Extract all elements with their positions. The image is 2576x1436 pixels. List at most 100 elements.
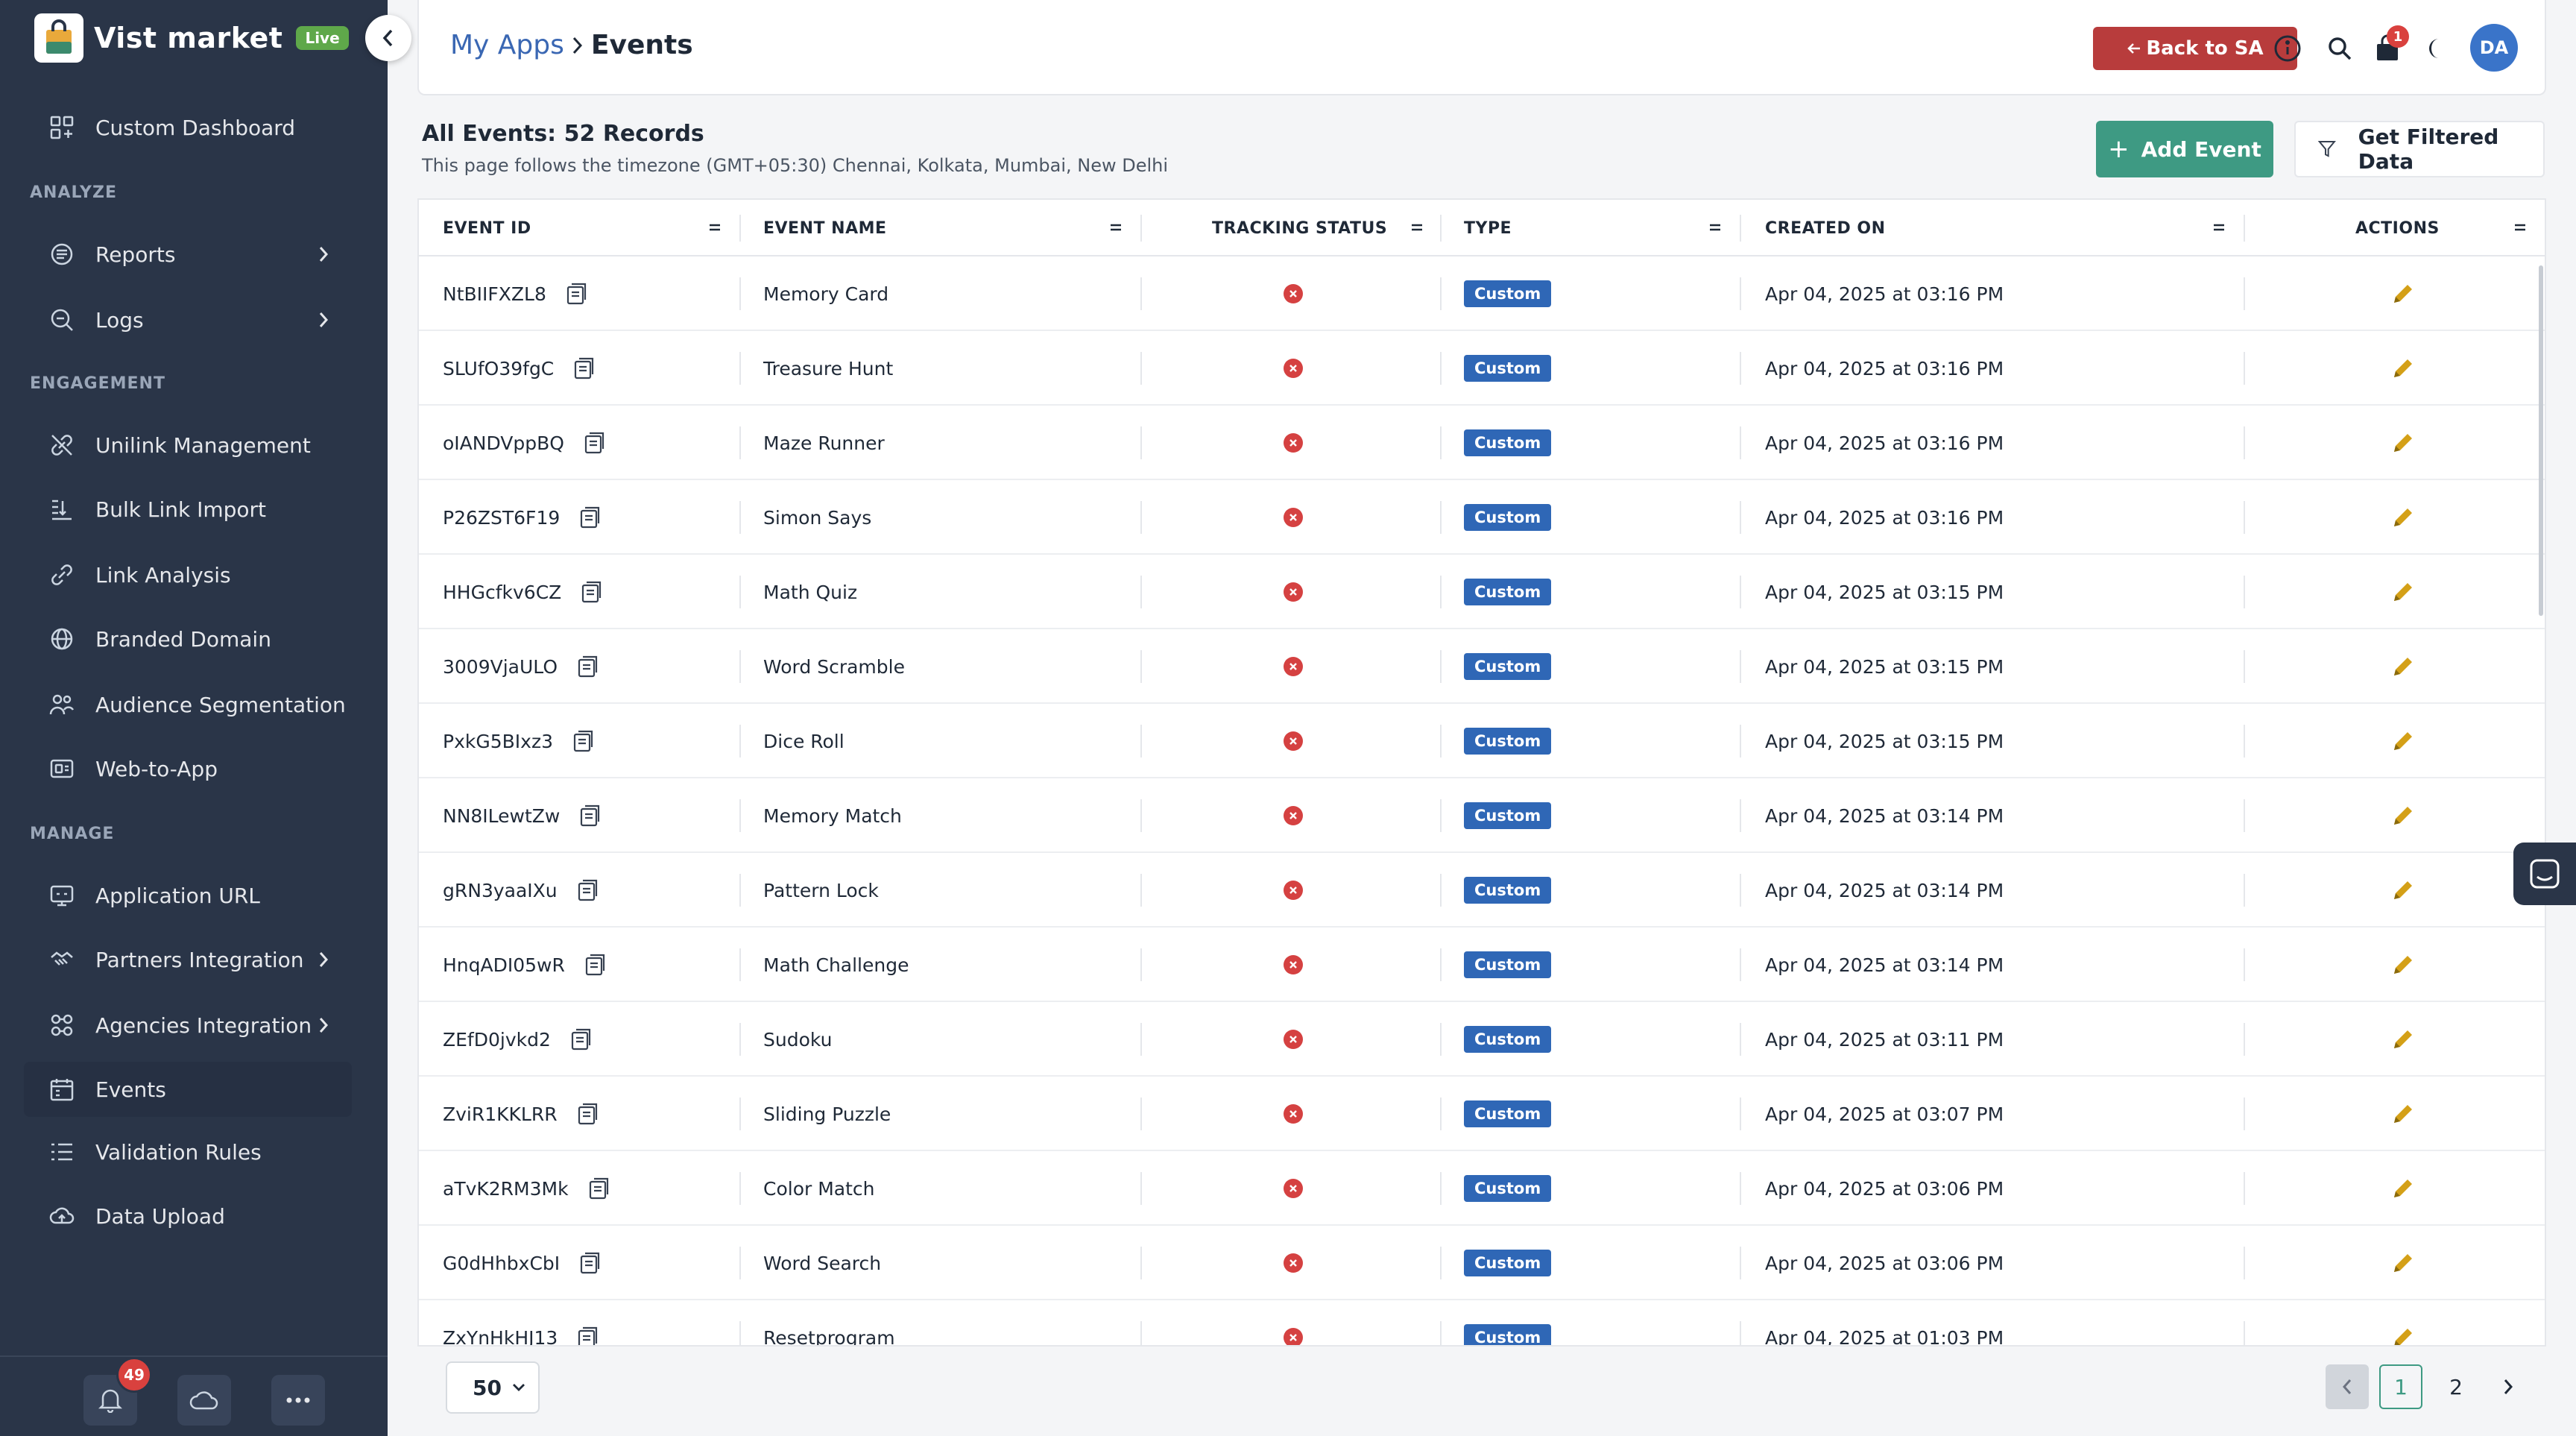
sidebar-item-reports[interactable]: Reports [24, 227, 352, 282]
table-row[interactable]: SLUfO39fgC Treasure Hunt Custom Apr 04, … [419, 331, 2545, 406]
chat-widget-button[interactable] [2513, 843, 2576, 905]
info-button[interactable] [2272, 33, 2303, 64]
more-options-button[interactable] [271, 1375, 325, 1426]
copy-icon[interactable] [579, 804, 602, 828]
cloud-button[interactable] [177, 1375, 231, 1426]
sidebar-item-branded-domain[interactable]: Branded Domain [24, 611, 352, 667]
table-row[interactable]: ZviR1KKLRR Sliding Puzzle Custom Apr 04,… [419, 1077, 2545, 1151]
table-row[interactable]: HHGcfkv6CZ Math Quiz Custom Apr 04, 2025… [419, 555, 2545, 629]
column-header-tracking-status[interactable]: TRACKING STATUS [1212, 200, 1387, 256]
sidebar-item-audience-segmentation[interactable]: Audience Segmentation [24, 677, 352, 732]
user-avatar[interactable]: DA [2470, 24, 2518, 72]
type-badge[interactable]: Custom [1464, 579, 1552, 605]
copy-icon[interactable] [577, 1326, 599, 1347]
copy-icon[interactable] [570, 1027, 593, 1051]
table-row[interactable]: ZEfD0jvkd2 Sudoku Custom Apr 04, 2025 at… [419, 1002, 2545, 1077]
table-row[interactable]: PxkG5BIxz3 Dice Roll Custom Apr 04, 2025… [419, 704, 2545, 778]
edit-pencil-icon[interactable] [2391, 1251, 2415, 1275]
copy-icon[interactable] [572, 729, 595, 753]
sidebar-item-application-url[interactable]: Application URL [24, 868, 352, 923]
back-to-sa-button[interactable]: Back to SA [2093, 27, 2297, 70]
table-row[interactable]: G0dHhbxCbI Word Search Custom Apr 04, 20… [419, 1226, 2545, 1300]
copy-icon[interactable] [584, 953, 607, 977]
page-size-select[interactable]: 50 [446, 1361, 540, 1414]
previous-page-button[interactable] [2326, 1364, 2369, 1409]
sidebar-item-events[interactable]: Events [24, 1062, 352, 1117]
type-badge[interactable]: Custom [1464, 653, 1552, 680]
table-row[interactable]: NtBIIFXZL8 Memory Card Custom Apr 04, 20… [419, 256, 2545, 331]
type-badge[interactable]: Custom [1464, 1100, 1552, 1127]
type-badge[interactable]: Custom [1464, 280, 1552, 307]
get-filtered-data-button[interactable]: Get Filtered Data [2294, 121, 2545, 177]
column-menu-icon[interactable] [2212, 219, 2226, 236]
copy-icon[interactable] [566, 282, 588, 306]
type-badge[interactable]: Custom [1464, 802, 1552, 829]
sidebar-item-link-analysis[interactable]: Link Analysis [24, 547, 352, 602]
type-badge[interactable]: Custom [1464, 504, 1552, 531]
edit-pencil-icon[interactable] [2391, 729, 2415, 753]
edit-pencil-icon[interactable] [2391, 506, 2415, 529]
edit-pencil-icon[interactable] [2391, 1027, 2415, 1051]
sidebar-item-logs[interactable]: Logs [24, 292, 352, 347]
type-badge[interactable]: Custom [1464, 1026, 1552, 1053]
copy-icon[interactable] [573, 356, 596, 380]
type-badge[interactable]: Custom [1464, 1250, 1552, 1276]
copy-icon[interactable] [577, 878, 599, 902]
table-row[interactable]: HnqADI05wR Math Challenge Custom Apr 04,… [419, 928, 2545, 1002]
table-row[interactable]: aTvK2RM3Mk Color Match Custom Apr 04, 20… [419, 1151, 2545, 1226]
edit-pencil-icon[interactable] [2391, 1177, 2415, 1200]
theme-toggle-button[interactable] [2424, 33, 2455, 64]
collapse-sidebar-button[interactable] [365, 15, 411, 61]
table-row[interactable]: ZxYnHkHJ13 Resetprogram Custom Apr 04, 2… [419, 1300, 2545, 1347]
page-button-2[interactable]: 2 [2434, 1364, 2478, 1409]
type-badge[interactable]: Custom [1464, 951, 1552, 978]
add-event-button[interactable]: + Add Event [2096, 121, 2273, 177]
type-badge[interactable]: Custom [1464, 877, 1552, 904]
copy-icon[interactable] [588, 1177, 610, 1200]
copy-icon[interactable] [584, 431, 606, 455]
column-menu-icon[interactable] [708, 219, 722, 236]
copy-icon[interactable] [579, 506, 602, 529]
column-header-actions[interactable]: ACTIONS [2355, 200, 2440, 256]
edit-pencil-icon[interactable] [2391, 804, 2415, 828]
edit-pencil-icon[interactable] [2391, 580, 2415, 604]
edit-pencil-icon[interactable] [2391, 1102, 2415, 1126]
notifications-button[interactable]: 49 [83, 1357, 152, 1426]
edit-pencil-icon[interactable] [2391, 1326, 2415, 1347]
sidebar-item-validation-rules[interactable]: Validation Rules [24, 1124, 352, 1180]
column-menu-icon[interactable] [1708, 219, 1722, 236]
copy-icon[interactable] [579, 1251, 602, 1275]
sidebar-item-unilink-management[interactable]: Unilink Management [24, 418, 352, 473]
column-menu-icon[interactable] [1109, 219, 1123, 236]
copy-icon[interactable] [577, 655, 599, 678]
type-badge[interactable]: Custom [1464, 355, 1552, 382]
edit-pencil-icon[interactable] [2391, 356, 2415, 380]
sidebar-item-web-to-app[interactable]: Web-to-App [24, 741, 352, 796]
sidebar-item-bulk-link-import[interactable]: Bulk Link Import [24, 482, 352, 537]
copy-icon[interactable] [577, 1102, 599, 1126]
page-button-1[interactable]: 1 [2379, 1364, 2422, 1409]
column-header-created-on[interactable]: CREATED ON [1765, 200, 1886, 256]
type-badge[interactable]: Custom [1464, 728, 1552, 755]
column-header-event-id[interactable]: EVENT ID [443, 200, 531, 256]
sidebar-item-custom-dashboard[interactable]: Custom Dashboard [24, 100, 352, 155]
type-badge[interactable]: Custom [1464, 1324, 1552, 1345]
edit-pencil-icon[interactable] [2391, 953, 2415, 977]
search-button[interactable] [2324, 33, 2355, 64]
breadcrumb-my-apps[interactable]: My Apps [450, 30, 564, 60]
table-row[interactable]: oIANDVppBQ Maze Runner Custom Apr 04, 20… [419, 406, 2545, 480]
cart-button[interactable]: 1 [2372, 25, 2409, 64]
sidebar-item-agencies-integration[interactable]: Agencies Integration [24, 998, 352, 1053]
copy-icon[interactable] [581, 580, 603, 604]
table-row[interactable]: NN8ILewtZw Memory Match Custom Apr 04, 2… [419, 778, 2545, 853]
edit-pencil-icon[interactable] [2391, 282, 2415, 306]
sidebar-item-partners-integration[interactable]: Partners Integration [24, 932, 352, 987]
type-badge[interactable]: Custom [1464, 429, 1552, 456]
sidebar-item-data-upload[interactable]: Data Upload [24, 1188, 352, 1244]
edit-pencil-icon[interactable] [2391, 655, 2415, 678]
next-page-button[interactable] [2487, 1364, 2530, 1409]
table-row[interactable]: 3009VjaULO Word Scramble Custom Apr 04, … [419, 629, 2545, 704]
column-header-event-name[interactable]: EVENT NAME [763, 200, 887, 256]
edit-pencil-icon[interactable] [2391, 878, 2415, 902]
edit-pencil-icon[interactable] [2391, 431, 2415, 455]
